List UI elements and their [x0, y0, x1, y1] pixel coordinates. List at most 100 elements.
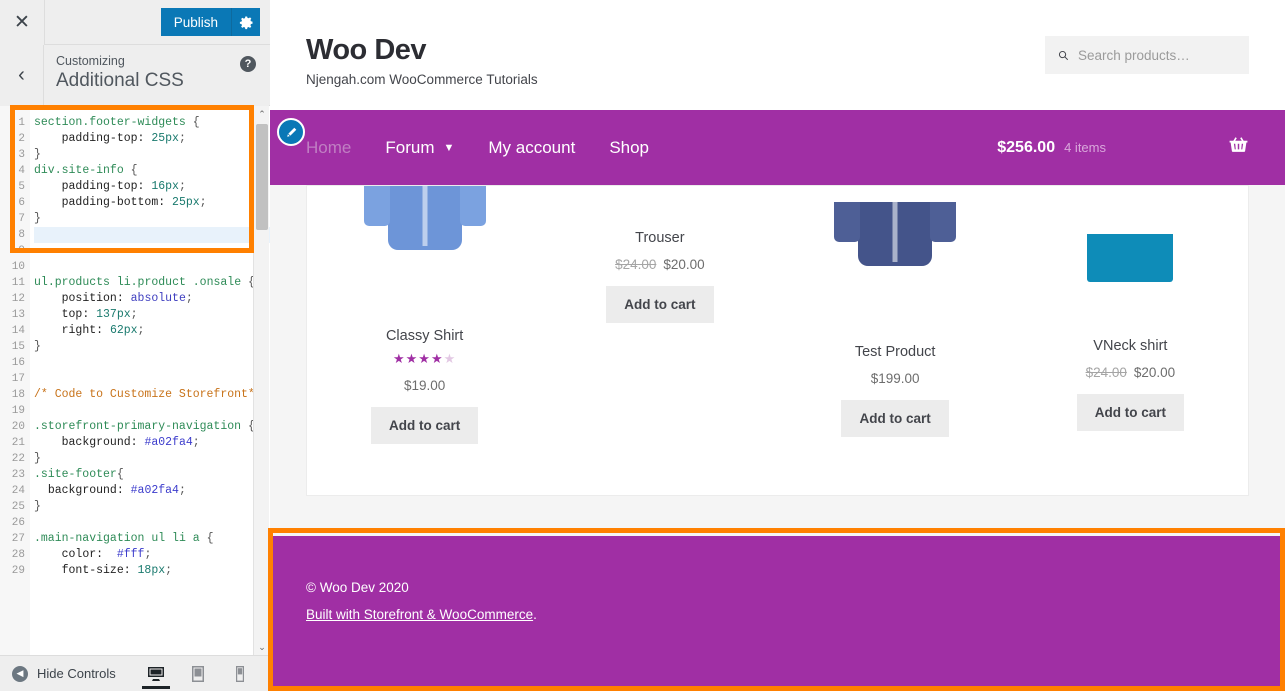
customizer-sidebar: ✕ Publish ‹ Customizing Additional CSS ?…	[0, 0, 270, 691]
code-line-number: 15	[11, 341, 25, 353]
code-line[interactable]: }	[34, 211, 270, 227]
code-line-number: 20	[11, 421, 25, 433]
code-line-number: 14	[11, 325, 25, 337]
code-line[interactable]	[34, 403, 270, 419]
product-card[interactable]: Test Product $199.00 Add to cart	[778, 186, 1013, 444]
hide-controls-button[interactable]: ◀ Hide Controls	[0, 665, 116, 682]
product-price: $24.00 $20.00	[1013, 365, 1248, 380]
scroll-down-arrow[interactable]: ⌄	[254, 639, 270, 655]
product-name: VNeck shirt	[1093, 338, 1168, 354]
code-line[interactable]: .site-footer{	[34, 467, 270, 483]
code-line-number: 22	[11, 453, 25, 465]
code-line[interactable]: font-size: 18px;	[34, 563, 270, 579]
nav-link-label: My account	[488, 137, 576, 157]
nav-link-label: Forum	[385, 137, 435, 157]
publish-button[interactable]: Publish	[160, 8, 231, 36]
code-line-number: 26	[11, 517, 25, 529]
gear-icon[interactable]	[231, 8, 260, 36]
product-price: $199.00	[870, 371, 920, 386]
code-line-number: 21	[11, 437, 25, 449]
css-code-area[interactable]: section.footer-widgets { padding-top: 25…	[30, 106, 270, 655]
code-line-number: 23	[11, 469, 25, 481]
code-line[interactable]: /* Code to Customize Storefront*/	[34, 387, 270, 403]
search-input[interactable]	[1078, 47, 1237, 63]
scrollbar-thumb[interactable]	[256, 124, 268, 230]
code-line[interactable]: .main-navigation ul li a {	[34, 531, 270, 547]
product-image[interactable]	[1013, 234, 1248, 326]
shopping-basket-icon[interactable]	[1228, 135, 1249, 161]
device-tablet-button[interactable]	[184, 659, 212, 689]
code-line[interactable]: section.footer-widgets {	[34, 115, 270, 131]
back-chevron-icon[interactable]: ‹	[0, 45, 44, 105]
scroll-up-arrow[interactable]: ⌃	[254, 106, 270, 122]
code-line[interactable]	[34, 515, 270, 531]
page-title: Additional CSS	[56, 70, 184, 91]
code-line[interactable]	[34, 227, 270, 243]
product-card[interactable]: Classy Shirt ★★★★★ $19.00 Add to cart	[307, 186, 542, 444]
add-to-cart-button[interactable]: Add to cart	[1076, 394, 1184, 431]
editor-scrollbar[interactable]: ⌃ ⌄	[253, 106, 269, 655]
products-card: Classy Shirt ★★★★★ $19.00 Add to cart Trouse…	[306, 185, 1249, 496]
nav-link-forum[interactable]: Forum ▼	[385, 138, 454, 158]
product-card[interactable]: VNeck shirt $24.00 $20.00 Add to cart	[1013, 186, 1248, 444]
code-line[interactable]: ul.products li.product .onsale {	[34, 275, 270, 291]
code-line[interactable]	[34, 243, 270, 259]
code-line[interactable]: padding-bottom: 25px;	[34, 195, 270, 211]
product-price: $24.00 $20.00	[542, 257, 777, 272]
nav-link-home[interactable]: Home	[306, 138, 351, 158]
device-preview-group	[142, 659, 270, 689]
add-to-cart-button[interactable]: Add to cart	[370, 407, 479, 444]
code-line-number: 7	[18, 213, 25, 225]
nav-link-label: Shop	[609, 137, 650, 157]
code-line[interactable]: }	[34, 499, 270, 515]
code-line[interactable]: }	[34, 147, 270, 163]
add-to-cart-button[interactable]: Add to cart	[606, 286, 714, 323]
code-line[interactable]: background: #a02fa4;	[34, 483, 270, 499]
breadcrumb: Customizing	[56, 54, 125, 68]
code-line-number: 9	[18, 245, 25, 257]
code-line[interactable]: div.site-info {	[34, 163, 270, 179]
product-rating: ★★★★★	[392, 351, 457, 366]
cart-item-count: 4 items	[1064, 139, 1106, 155]
product-regular-price: $24.00	[615, 257, 657, 272]
code-line-number: 2	[18, 133, 25, 145]
publish-group: Publish	[160, 8, 260, 36]
product-image[interactable]	[307, 186, 542, 316]
css-code-editor[interactable]: 1 2 3 4 5 6 7 8 9 10 11 12 13 14 15 16 17 18 19 20 21 22 23 24 2…	[0, 106, 270, 655]
cart-summary[interactable]: $256.00 4 items	[997, 139, 1106, 157]
footer-copyright: © Woo Dev 2020	[306, 580, 409, 595]
close-icon[interactable]: ✕	[0, 0, 45, 45]
pencil-edit-icon[interactable]	[277, 118, 305, 146]
nav-link-list: Home Forum ▼ My account Shop	[306, 138, 649, 158]
code-line[interactable]: background: #a02fa4;	[34, 435, 270, 451]
code-line[interactable]: top: 137px;	[34, 307, 270, 323]
code-line[interactable]: position: absolute;	[34, 291, 270, 307]
code-line-number: 11	[11, 277, 25, 289]
code-line[interactable]	[34, 355, 270, 371]
code-line[interactable]: padding-top: 25px;	[34, 131, 270, 147]
code-line-number: 24	[11, 485, 25, 497]
code-line-number: 29	[11, 565, 25, 577]
device-mobile-button[interactable]	[226, 659, 254, 689]
product-search-box[interactable]	[1045, 36, 1249, 74]
code-line-number: 17	[11, 373, 25, 385]
nav-link-shop[interactable]: Shop	[609, 138, 649, 158]
chevron-down-icon[interactable]: ▼	[443, 142, 454, 154]
add-to-cart-button[interactable]: Add to cart	[841, 400, 949, 437]
code-line[interactable]	[34, 259, 270, 275]
code-line-number: 27	[11, 533, 25, 545]
product-card[interactable]: Trouser $24.00 $20.00 Add to cart	[542, 186, 777, 444]
code-line[interactable]: }	[34, 451, 270, 467]
code-line[interactable]: padding-top: 16px;	[34, 179, 270, 195]
code-line[interactable]: .storefront-primary-navigation {	[34, 419, 270, 435]
code-line[interactable]: color: #fff;	[34, 547, 270, 563]
code-line[interactable]: right: 62px;	[34, 323, 270, 339]
site-preview-frame: Woo Dev Njengah.com WooCommerce Tutorial…	[270, 0, 1285, 691]
device-desktop-button[interactable]	[142, 659, 170, 689]
code-line[interactable]: }	[34, 339, 270, 355]
built-with-link[interactable]: Built with Storefront & WooCommerce	[306, 607, 533, 622]
product-image[interactable]	[778, 202, 1013, 332]
nav-link-my-account[interactable]: My account	[488, 138, 575, 158]
help-icon[interactable]: ?	[240, 56, 256, 72]
code-line[interactable]	[34, 371, 270, 387]
